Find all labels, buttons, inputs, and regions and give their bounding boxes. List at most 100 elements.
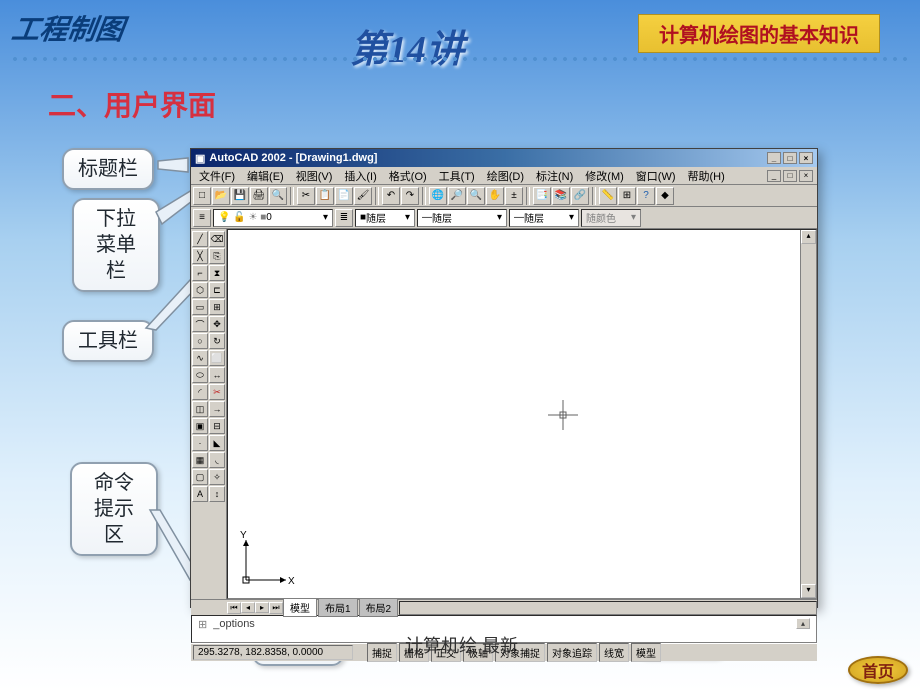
zoom-prev-icon[interactable]: 🔍 xyxy=(467,187,485,205)
status-btn[interactable]: 对象追踪 xyxy=(547,643,597,662)
cmd-text: _options xyxy=(213,618,255,630)
array-icon[interactable]: ⊞ xyxy=(209,299,225,315)
hscrollbar[interactable] xyxy=(399,601,817,615)
zoom-icon[interactable]: 🔎 xyxy=(448,187,466,205)
offset-icon[interactable]: ⊏ xyxy=(209,282,225,298)
cad-menubar[interactable]: 文件(F) 编辑(E) 视图(V) 插入(I) 格式(O) 工具(T) 绘图(D… xyxy=(191,167,817,185)
spline-icon[interactable]: ∿ xyxy=(192,350,208,366)
chamfer-icon[interactable]: ◣ xyxy=(209,435,225,451)
zoom-rt-icon[interactable]: ± xyxy=(505,187,523,205)
asst-icon[interactable]: ◆ xyxy=(656,187,674,205)
dist-icon[interactable]: 📏 xyxy=(599,187,617,205)
cad-standard-toolbar: □ 📂 💾 🖨 🔍 ✂ 📋 📄 🖌 ↶ ↷ 🌐 🔎 🔍 ✋ ± 📑 📚 🔗 📏 … xyxy=(191,185,817,207)
dbconnect-icon[interactable]: 🔗 xyxy=(571,187,589,205)
region-icon[interactable]: ▢ xyxy=(192,469,208,485)
cmd-handle-icon[interactable]: ⊞ xyxy=(198,618,207,631)
preview-icon[interactable]: 🔍 xyxy=(269,187,287,205)
layer-prev-icon[interactable]: ≣ xyxy=(335,209,353,227)
home-button[interactable]: 首页 xyxy=(848,656,908,684)
scroll-left-icon[interactable]: ◂ xyxy=(241,602,255,613)
line-icon[interactable]: ╱ xyxy=(192,231,208,247)
layer-dropdown[interactable]: 💡 🔓 ☀ ■ 0▾ xyxy=(213,209,333,227)
menu-item[interactable]: 标注(N) xyxy=(532,168,577,184)
move-icon[interactable]: ✥ xyxy=(209,316,225,332)
help-icon[interactable]: ? xyxy=(637,187,655,205)
rect-icon[interactable]: ▭ xyxy=(192,299,208,315)
close-button[interactable]: × xyxy=(799,152,813,164)
doc-maximize-button[interactable]: □ xyxy=(783,170,797,182)
linetype-dropdown[interactable]: — 随层▾ xyxy=(417,209,507,227)
menu-item[interactable]: 窗口(W) xyxy=(632,168,680,184)
pan-icon[interactable]: ✋ xyxy=(486,187,504,205)
tab-model[interactable]: 模型 xyxy=(283,598,317,617)
status-btn[interactable]: 模型 xyxy=(631,643,661,662)
menu-item[interactable]: 工具(T) xyxy=(435,168,479,184)
pline-icon[interactable]: ⌐ xyxy=(192,265,208,281)
point-icon[interactable]: · xyxy=(192,435,208,451)
rotate-icon[interactable]: ↻ xyxy=(209,333,225,349)
props-icon[interactable]: 📑 xyxy=(533,187,551,205)
ucs-icon-btn[interactable]: ⊞ xyxy=(618,187,636,205)
block-icon[interactable]: ◫ xyxy=(192,401,208,417)
color-dropdown[interactable]: ■ 随层▾ xyxy=(355,209,415,227)
break-icon[interactable]: ⊟ xyxy=(209,418,225,434)
vscrollbar[interactable]: ▴ ▾ xyxy=(800,230,816,598)
menu-item[interactable]: 插入(I) xyxy=(340,168,380,184)
menu-item[interactable]: 修改(M) xyxy=(581,168,628,184)
mirror-icon[interactable]: ⧗ xyxy=(209,265,225,281)
extend-icon[interactable]: → xyxy=(209,401,225,417)
divider-dots xyxy=(10,56,910,62)
cmd-scroll-up-icon[interactable]: ▴ xyxy=(796,618,810,629)
trim-icon[interactable]: ✂ xyxy=(209,384,225,400)
scroll-last-icon[interactable]: ⏭ xyxy=(269,602,283,614)
open-icon[interactable]: 📂 xyxy=(212,187,230,205)
cad-drawing-area[interactable]: X Y ▴ ▾ xyxy=(227,229,817,599)
undo-icon[interactable]: ↶ xyxy=(382,187,400,205)
status-btn[interactable]: 捕捉 xyxy=(367,643,397,662)
match-icon[interactable]: 🖌 xyxy=(354,187,372,205)
menu-item[interactable]: 帮助(H) xyxy=(684,168,729,184)
scale-icon[interactable]: ⬜ xyxy=(209,350,225,366)
lengthen-icon[interactable]: ↕ xyxy=(209,486,225,502)
fillet-icon[interactable]: ◟ xyxy=(209,452,225,468)
copy-icon[interactable]: 📋 xyxy=(316,187,334,205)
stretch-icon[interactable]: ↔ xyxy=(209,367,225,383)
paste-icon[interactable]: 📄 xyxy=(335,187,353,205)
menu-item[interactable]: 绘图(D) xyxy=(483,168,528,184)
mblock-icon[interactable]: ▣ xyxy=(192,418,208,434)
scroll-first-icon[interactable]: ⏮ xyxy=(227,602,241,614)
polygon-icon[interactable]: ⬡ xyxy=(192,282,208,298)
ellipse-icon[interactable]: ⬭ xyxy=(192,367,208,383)
menu-item[interactable]: 格式(O) xyxy=(385,168,431,184)
new-icon[interactable]: □ xyxy=(193,187,211,205)
redo-icon[interactable]: ↷ xyxy=(401,187,419,205)
copy-obj-icon[interactable]: ⎘ xyxy=(209,248,225,264)
save-icon[interactable]: 💾 xyxy=(231,187,249,205)
tab-layout1[interactable]: 布局1 xyxy=(318,598,358,617)
today-icon[interactable]: 🌐 xyxy=(429,187,447,205)
cut-icon[interactable]: ✂ xyxy=(297,187,315,205)
hatch-icon[interactable]: ▦ xyxy=(192,452,208,468)
tab-layout2[interactable]: 布局2 xyxy=(359,598,399,617)
scroll-right-icon[interactable]: ▸ xyxy=(255,602,269,613)
dcontent-icon[interactable]: 📚 xyxy=(552,187,570,205)
maximize-button[interactable]: □ xyxy=(783,152,797,164)
menu-item[interactable]: 视图(V) xyxy=(292,168,337,184)
mtext-icon[interactable]: A xyxy=(192,486,208,502)
circle-icon[interactable]: ○ xyxy=(192,333,208,349)
minimize-button[interactable]: _ xyxy=(767,152,781,164)
separator xyxy=(526,187,530,205)
doc-close-button[interactable]: × xyxy=(799,170,813,182)
menu-item[interactable]: 编辑(E) xyxy=(243,168,288,184)
status-btn[interactable]: 线宽 xyxy=(599,643,629,662)
ellipse-arc-icon[interactable]: ◜ xyxy=(192,384,208,400)
explode-icon[interactable]: ✧ xyxy=(209,469,225,485)
layer-manage-icon[interactable]: ≡ xyxy=(193,209,211,227)
xline-icon[interactable]: ╳ xyxy=(192,248,208,264)
doc-minimize-button[interactable]: _ xyxy=(767,170,781,182)
menu-item[interactable]: 文件(F) xyxy=(195,168,239,184)
erase-icon[interactable]: ⌫ xyxy=(209,231,225,247)
print-icon[interactable]: 🖨 xyxy=(250,187,268,205)
lineweight-dropdown[interactable]: — 随层▾ xyxy=(509,209,579,227)
arc-icon[interactable]: ⌒ xyxy=(192,316,208,332)
